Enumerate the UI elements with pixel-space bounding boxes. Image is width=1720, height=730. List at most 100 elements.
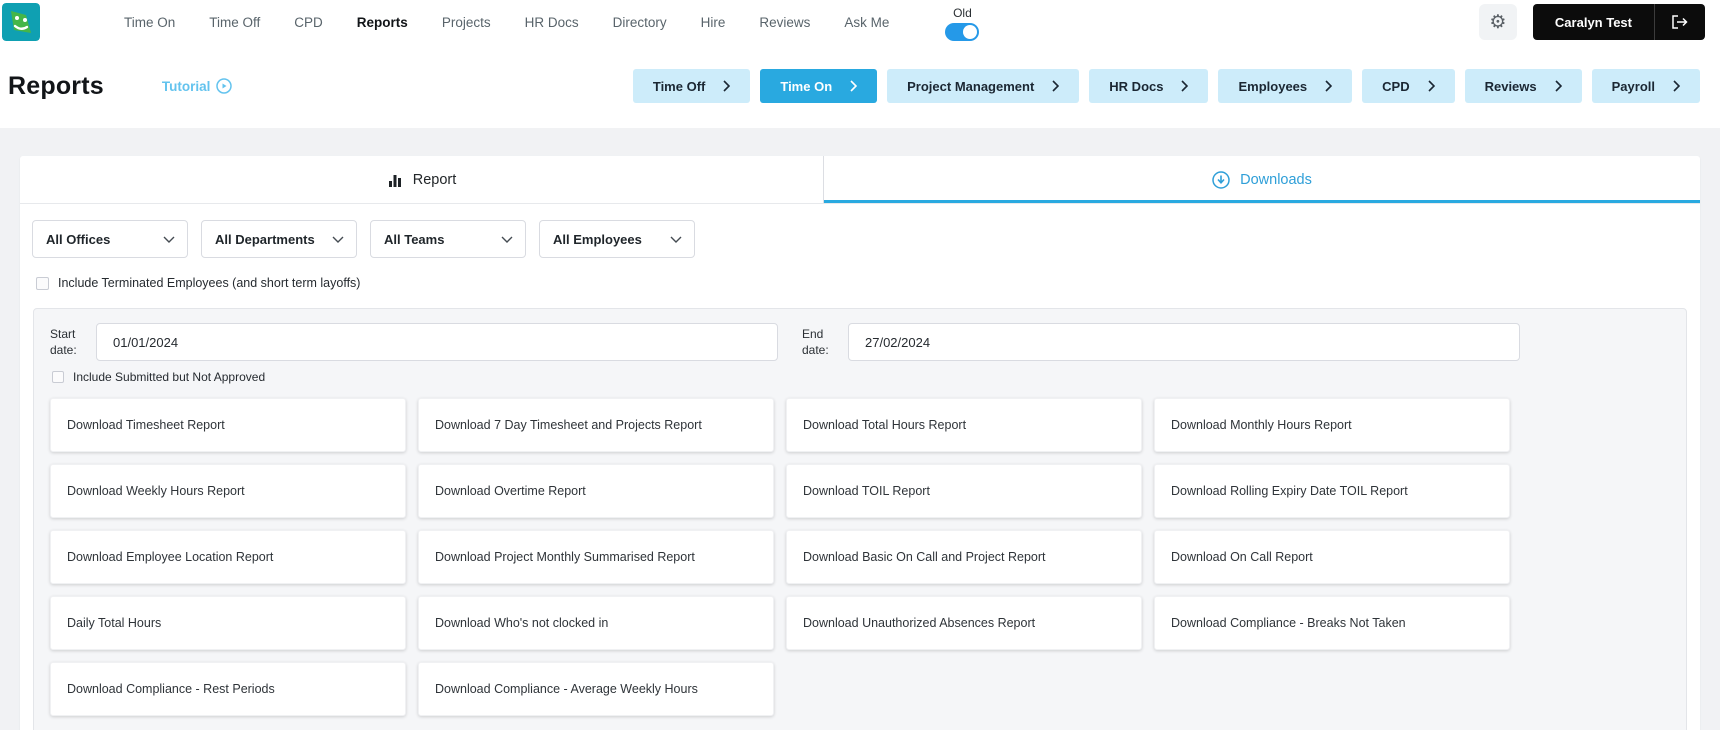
download-report-button[interactable]: Daily Total Hours [50,596,406,650]
logout-icon [1672,15,1688,29]
category-label: Reviews [1484,78,1537,94]
teams-dropdown[interactable]: All Teams [370,220,526,258]
submitted-checkbox[interactable] [52,371,64,383]
settings-button[interactable]: ⚙ [1478,4,1517,40]
user-account-block: Caralyn Test [1532,4,1705,40]
app-logo-icon[interactable] [2,3,40,41]
nav-item[interactable]: CPD [294,15,323,30]
category-label: Payroll [1611,78,1655,94]
reports-card: Report Downloads All Offices All Departm… [20,156,1700,730]
download-buttons-grid: Download Timesheet Report Download 7 Day… [50,398,1670,716]
start-date-label: Start date: [50,326,77,357]
chevron-right-icon [1428,80,1435,92]
download-report-button[interactable]: Download Who's not clocked in [418,596,774,650]
offices-dropdown-value: All Offices [46,231,111,247]
topbar-right-group: ⚙ Caralyn Test [1478,4,1705,40]
teams-dropdown-value: All Teams [384,231,445,247]
nav-item[interactable]: Reports [357,15,408,30]
report-tabs: Report Downloads [20,156,1700,204]
nav-item[interactable]: Projects [442,15,491,30]
filter-row: All Offices All Departments All Teams Al… [20,204,1700,258]
chevron-down-icon [670,236,682,243]
toggle-knob [963,24,978,39]
nav-item[interactable]: Directory [613,15,667,30]
tab-report[interactable]: Report [20,156,824,203]
category-label: Employees [1238,78,1308,94]
report-category-buttons: Time Off Time On Project Management HR D… [632,69,1700,103]
download-report-button[interactable]: Download Compliance - Rest Periods [50,662,406,716]
logout-button[interactable] [1654,4,1705,40]
nav-item[interactable]: Hire [701,15,726,30]
category-button[interactable]: Project Management [887,69,1080,103]
old-toggle-label: Old [953,5,972,20]
download-report-button[interactable]: Download Employee Location Report [50,530,406,584]
play-circle-icon [216,78,233,94]
chevron-right-icon [1325,80,1333,92]
old-version-toggle[interactable] [945,22,980,41]
departments-dropdown[interactable]: All Departments [201,220,357,258]
category-button[interactable]: Time Off [632,69,751,103]
category-label: Project Management [907,78,1035,94]
nav-item[interactable]: Ask Me [844,15,889,30]
chevron-down-icon [163,236,175,243]
download-report-button[interactable]: Download Unauthorized Absences Report [786,596,1142,650]
nav-item[interactable]: HR Docs [525,15,579,30]
employees-dropdown-value: All Employees [553,231,642,247]
terminated-checkbox[interactable] [36,276,49,290]
download-report-button[interactable]: Download Total Hours Report [786,398,1142,452]
start-date-input[interactable] [96,323,778,361]
nav-item[interactable]: Reviews [759,15,810,30]
category-label: Time Off [652,78,706,94]
offices-dropdown[interactable]: All Offices [32,220,188,258]
download-report-button[interactable]: Download On Call Report [1154,530,1510,584]
category-button[interactable]: Employees [1218,69,1353,103]
gear-icon: ⚙ [1489,11,1507,33]
top-navigation-bar: Time On Time Off CPD Reports Projects HR… [0,0,1720,44]
date-range-row: Start date: End date: [50,323,1670,361]
chevron-right-icon [1181,80,1189,92]
submitted-checkbox-row: Include Submitted but Not Approved [52,370,1670,384]
end-date-input[interactable] [848,323,1520,361]
category-button[interactable]: Time On [760,69,878,103]
category-button[interactable]: CPD [1362,69,1455,103]
page-title: Reports [8,71,104,100]
chevron-right-icon [1555,80,1562,92]
end-date-label: End date: [802,326,829,357]
download-report-button[interactable]: Download Rolling Expiry Date TOIL Report [1154,464,1510,518]
download-report-button[interactable]: Download Monthly Hours Report [1154,398,1510,452]
old-version-toggle-group: Old [945,5,980,41]
download-report-button[interactable]: Download TOIL Report [786,464,1142,518]
page-header: Reports Tutorial Time Off Time On Projec… [0,44,1720,128]
departments-dropdown-value: All Departments [215,231,315,247]
download-report-button[interactable]: Download Compliance - Average Weekly Hou… [418,662,774,716]
tab-downloads[interactable]: Downloads [824,156,1700,203]
page-body: Report Downloads All Offices All Departm… [0,128,1720,730]
tab-report-label: Report [412,171,457,188]
terminated-checkbox-label: Include Terminated Employees (and short … [58,276,361,290]
category-button[interactable]: Reviews [1464,69,1582,103]
chevron-down-icon [332,236,344,243]
chevron-down-icon [501,236,513,243]
employees-dropdown[interactable]: All Employees [539,220,695,258]
download-report-button[interactable]: Download 7 Day Timesheet and Projects Re… [418,398,774,452]
category-button[interactable]: HR Docs [1089,69,1209,103]
bar-chart-icon [388,174,401,187]
user-menu-button[interactable]: Caralyn Test [1533,4,1654,40]
download-settings-panel: Start date: End date: Include Submitted … [33,308,1687,730]
download-report-button[interactable]: Download Timesheet Report [50,398,406,452]
category-button[interactable]: Payroll [1591,69,1700,103]
chevron-right-icon [1673,80,1680,92]
download-report-button[interactable]: Download Compliance - Breaks Not Taken [1154,596,1510,650]
download-report-button[interactable]: Download Project Monthly Summarised Repo… [418,530,774,584]
main-nav: Time On Time Off CPD Reports Projects HR… [124,15,889,30]
chevron-right-icon [1052,80,1060,92]
download-report-button[interactable]: Download Overtime Report [418,464,774,518]
nav-item[interactable]: Time On [124,15,175,30]
tutorial-label: Tutorial [161,78,211,94]
submitted-checkbox-label: Include Submitted but Not Approved [73,370,266,384]
tutorial-link[interactable]: Tutorial [162,78,233,94]
download-report-button[interactable]: Download Basic On Call and Project Repor… [786,530,1142,584]
chevron-right-icon [723,80,731,92]
download-report-button[interactable]: Download Weekly Hours Report [50,464,406,518]
nav-item[interactable]: Time Off [209,15,260,30]
